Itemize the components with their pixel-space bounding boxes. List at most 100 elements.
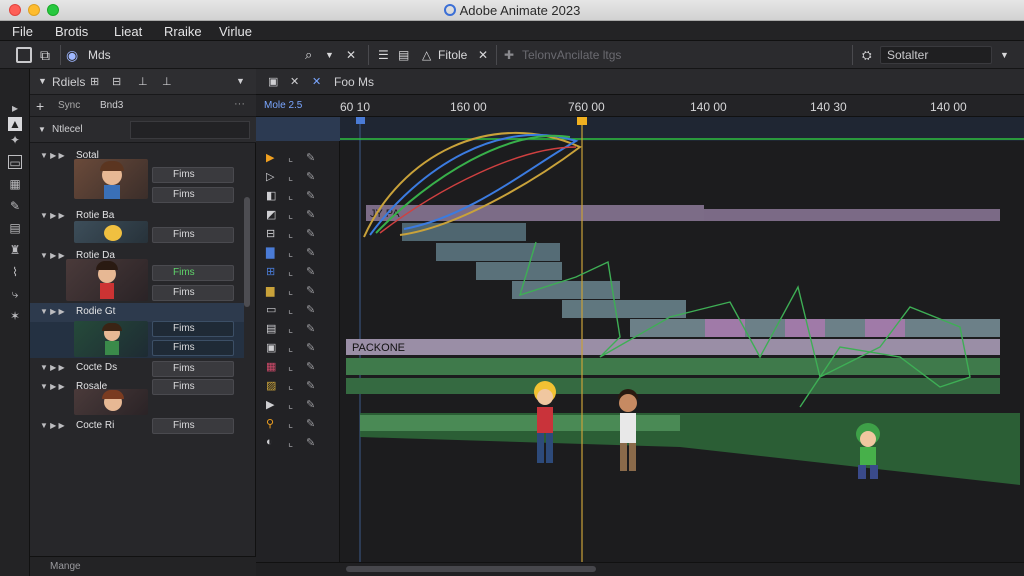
layers-scrollbar[interactable] xyxy=(244,197,250,307)
menu-virlue[interactable]: Virlue xyxy=(219,24,252,39)
lock-icon[interactable]: ✎ xyxy=(306,322,315,335)
pen-tool-icon[interactable]: ✎ xyxy=(8,199,22,213)
lock-icon[interactable]: ✎ xyxy=(306,379,315,392)
layer-row-selected[interactable]: ▼ ▶ ▶ Rodie Gt xyxy=(30,303,244,322)
pin-icon[interactable]: ⊥ xyxy=(138,75,148,88)
menu-lieat[interactable]: Lieat xyxy=(114,24,142,39)
layer-controls-row[interactable]: ▭ ⌞ ✎ xyxy=(262,301,336,319)
list-icon[interactable]: ☰ xyxy=(378,46,389,64)
visibility-icon[interactable]: ⌞ xyxy=(288,341,293,354)
lock-icon[interactable]: ✎ xyxy=(306,246,315,259)
layer-controls-row[interactable]: ▷ ⌞ ✎ xyxy=(262,168,336,186)
layer-controls-row[interactable]: ◐ ⌞ ✎ xyxy=(262,434,336,452)
search-icon[interactable]: ⌕ xyxy=(305,46,312,64)
workspace-chevron-icon[interactable]: ▼ xyxy=(1000,46,1009,64)
frame-select[interactable]: Fims xyxy=(152,227,234,243)
layer-type-icon[interactable]: ▤ xyxy=(266,322,276,335)
chevron-down-icon[interactable]: ▼ xyxy=(325,46,334,64)
subselect-tool-icon[interactable]: ▲ xyxy=(8,117,22,131)
add-icon[interactable]: ✚ xyxy=(504,46,514,64)
layer-controls-row[interactable]: ⊟ ⌞ ✎ xyxy=(262,225,336,243)
frame-select[interactable]: Fims xyxy=(152,379,234,395)
layer-controls-row[interactable]: ▦ ⌞ ✎ xyxy=(262,358,336,376)
frame-select[interactable]: Fims xyxy=(152,265,234,281)
frame-select[interactable]: Fims xyxy=(152,361,234,377)
lock-icon[interactable]: ✎ xyxy=(306,189,315,202)
lock-icon[interactable]: ✎ xyxy=(306,208,315,221)
visibility-icon[interactable]: ⌞ xyxy=(288,227,293,240)
layer-controls-row[interactable]: ◩ ⌞ ✎ xyxy=(262,206,336,224)
frame-select[interactable]: Fims xyxy=(152,340,234,356)
layer-controls-row[interactable]: ▣ ⌞ ✎ xyxy=(262,339,336,357)
timeline-tracks[interactable]: JY PA PACKONE xyxy=(340,117,1024,576)
frame-select[interactable]: Fims xyxy=(152,285,234,301)
layer-type-icon[interactable]: ▶ xyxy=(266,398,274,411)
center-field[interactable]: TelonvAncilate ltgs xyxy=(522,46,621,64)
visibility-icon[interactable]: ⌞ xyxy=(288,398,293,411)
visibility-icon[interactable]: ⌞ xyxy=(288,303,293,316)
visibility-icon[interactable]: ⌞ xyxy=(288,208,293,221)
layer-controls-row[interactable]: ⚲ ⌞ ✎ xyxy=(262,415,336,433)
group-field[interactable] xyxy=(130,121,250,139)
timeline-icon[interactable]: ▣ xyxy=(268,75,278,88)
bone-tool-icon[interactable]: ⤷ xyxy=(8,287,22,301)
frame-select[interactable]: Fims xyxy=(152,187,234,203)
timeline-x-icon[interactable]: ✕ xyxy=(312,75,321,88)
add-layer-icon[interactable]: + xyxy=(36,98,44,114)
layer-controls-row[interactable]: ◧ ⌞ ✎ xyxy=(262,187,336,205)
timeline-close-icon[interactable]: ✕ xyxy=(290,75,299,88)
tools-icon[interactable]: ✕ xyxy=(478,46,488,64)
layer-type-icon[interactable]: ▨ xyxy=(266,379,276,392)
layer-controls-row[interactable]: ▇ ⌞ ✎ xyxy=(262,244,336,262)
visibility-icon[interactable]: ⌞ xyxy=(288,151,293,164)
layer-type-icon[interactable]: ▆ xyxy=(266,284,274,297)
frame-select[interactable]: Fims xyxy=(152,418,234,434)
visibility-icon[interactable]: ⌞ xyxy=(288,436,293,449)
layer-controls-row[interactable]: ▶ ⌞ ✎ xyxy=(262,396,336,414)
layer-type-icon[interactable]: ▦ xyxy=(266,360,276,373)
visibility-icon[interactable]: ⌞ xyxy=(288,265,293,278)
panel-icon[interactable]: ⊟ xyxy=(112,75,121,88)
layer-controls-row[interactable]: ▤ ⌞ ✎ xyxy=(262,320,336,338)
layer-controls-row[interactable]: ▆ ⌞ ✎ xyxy=(262,282,336,300)
menu-rraike[interactable]: Rraike xyxy=(164,24,202,39)
visibility-icon[interactable]: ⌞ xyxy=(288,189,293,202)
layer-type-icon[interactable]: ▭ xyxy=(266,303,276,316)
grid-tool-icon[interactable]: ▦ xyxy=(8,177,22,191)
group-collapse-icon[interactable]: ▼ xyxy=(38,125,46,134)
lock-icon[interactable]: ✎ xyxy=(306,227,315,240)
layer-type-icon[interactable]: ▇ xyxy=(266,246,274,259)
grid-icon[interactable]: ⊞ xyxy=(90,75,99,88)
lasso-tool-icon[interactable]: ⌇ xyxy=(8,265,22,279)
symbol-icon[interactable]: ◉ xyxy=(66,46,78,64)
anchor-icon[interactable]: ⊥ xyxy=(162,75,172,88)
visibility-icon[interactable]: ⌞ xyxy=(288,379,293,392)
selection-tool-icon[interactable]: ▸ xyxy=(8,101,22,115)
layer-type-icon[interactable]: ▷ xyxy=(266,170,274,183)
menu-brotis[interactable]: Brotis xyxy=(55,24,88,39)
visibility-icon[interactable]: ⌞ xyxy=(288,246,293,259)
layer-type-icon[interactable]: ⊟ xyxy=(266,227,275,240)
scene-tab[interactable]: Mole 2.5 xyxy=(264,100,302,111)
collapse-icon[interactable]: ▼ xyxy=(38,76,47,86)
layer-type-icon[interactable]: ▶ xyxy=(266,151,274,164)
document-icon[interactable] xyxy=(16,47,32,63)
lock-icon[interactable]: ✎ xyxy=(306,265,315,278)
layout-icon[interactable]: ▤ xyxy=(398,46,409,64)
panel-menu-icon[interactable]: ▼ xyxy=(236,76,245,86)
layer-controls-row[interactable]: ▶ ⌞ ✎ xyxy=(262,149,336,167)
layer-type-icon[interactable]: ⚲ xyxy=(266,417,274,430)
lock-icon[interactable]: ✎ xyxy=(306,341,315,354)
workspace-select[interactable]: Sotalter xyxy=(880,46,992,64)
lock-icon[interactable]: ✎ xyxy=(306,170,315,183)
timeline-scrollbar[interactable] xyxy=(346,566,596,572)
transform-tool-icon[interactable]: ✦ xyxy=(8,133,22,147)
lock-icon[interactable]: ✎ xyxy=(306,151,315,164)
lock-icon[interactable]: ✎ xyxy=(306,360,315,373)
layer-type-icon[interactable]: ⊞ xyxy=(266,265,275,278)
bucket-tool-icon[interactable]: ♜ xyxy=(8,243,22,257)
triangle-icon[interactable]: △ xyxy=(422,46,431,64)
layer-type-icon[interactable]: ◧ xyxy=(266,189,276,202)
text-tool-icon[interactable]: ▤ xyxy=(8,221,22,235)
lock-icon[interactable]: ✎ xyxy=(306,303,315,316)
